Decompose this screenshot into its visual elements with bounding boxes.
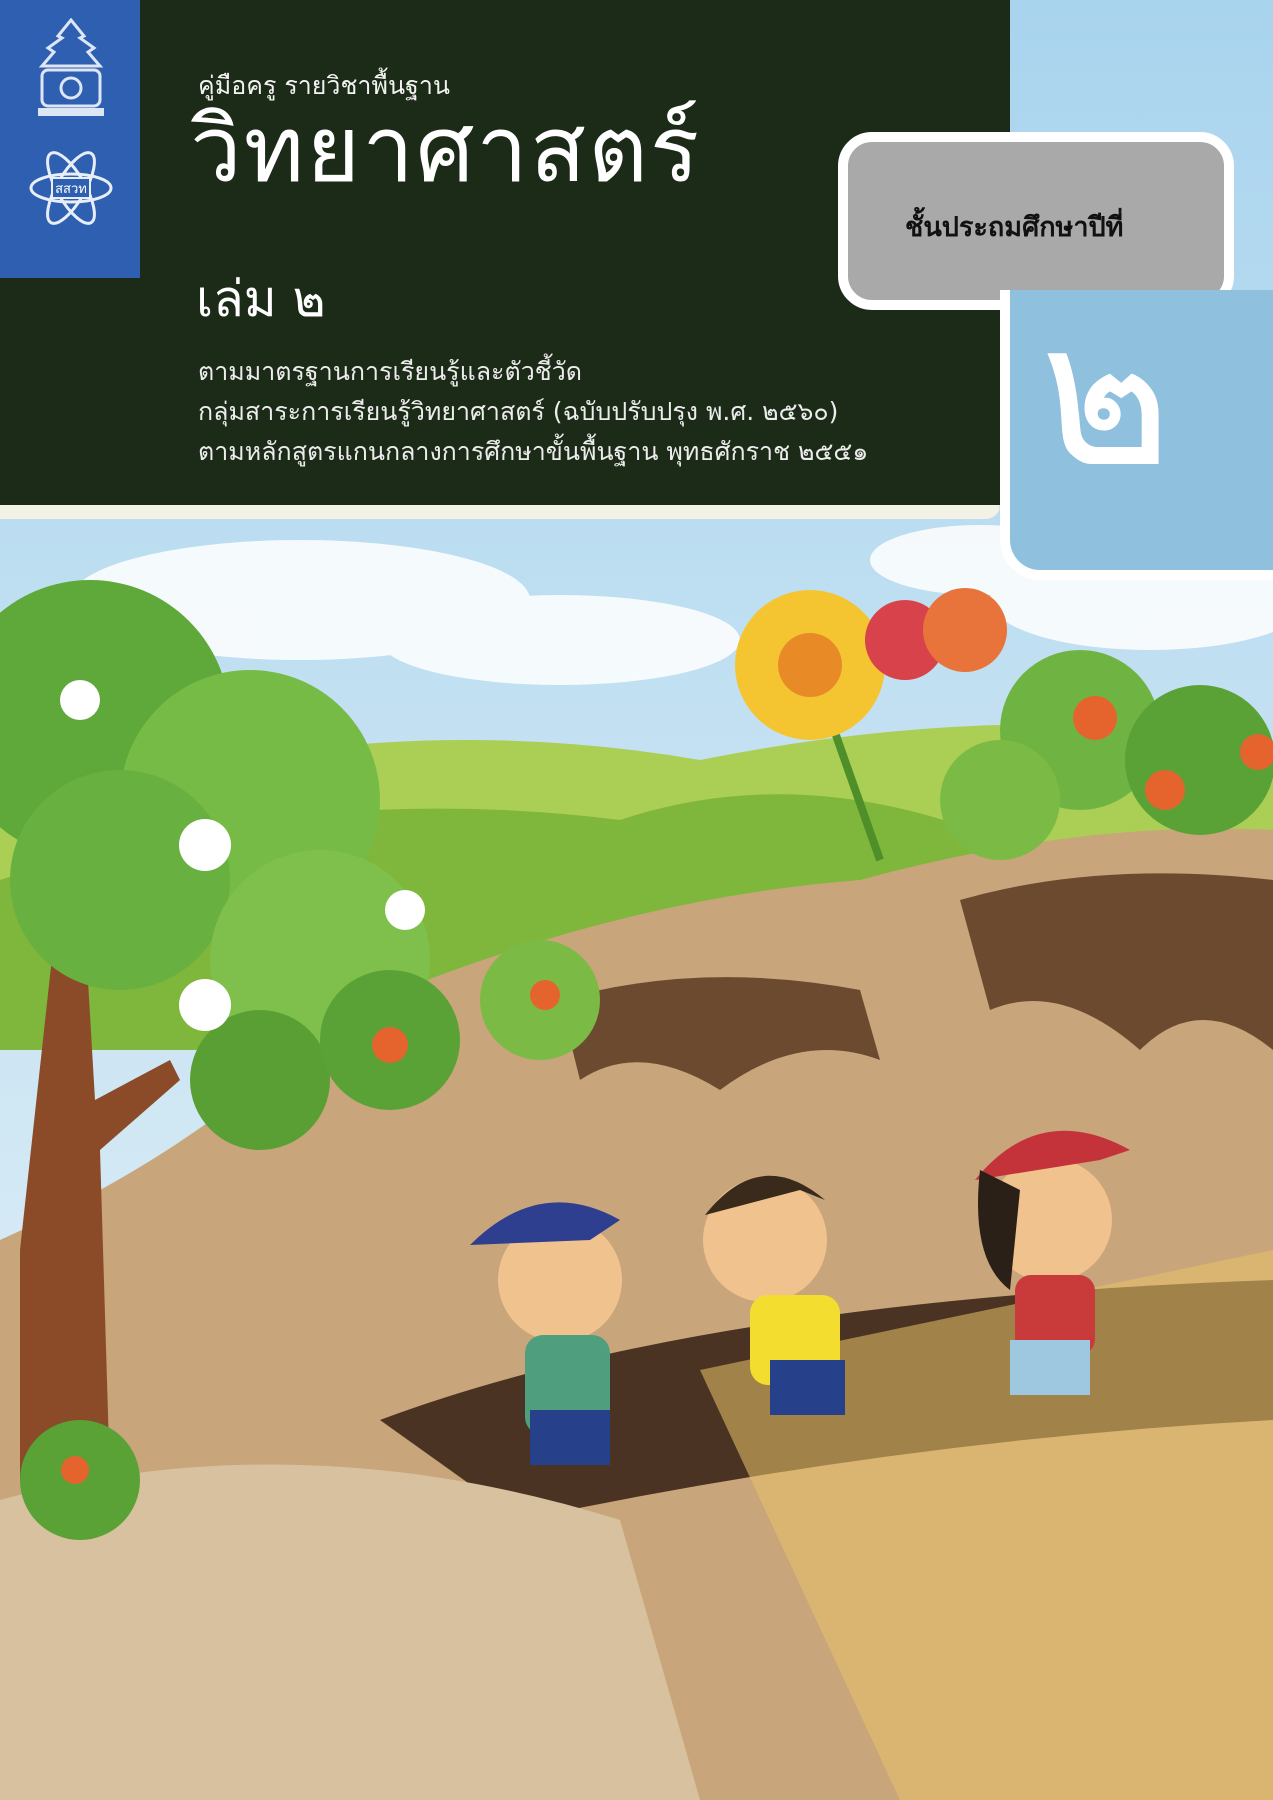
grade-number: ๒ xyxy=(1040,279,1172,512)
standards-line-3: ตามหลักสูตรแกนกลางการศึกษาขั้นพื้นฐาน พุ… xyxy=(198,437,869,466)
standards-text: ตามมาตรฐานการเรียนรู้และตัวชี้วัด กลุ่มส… xyxy=(198,352,868,472)
standards-line-1: ตามมาตรฐานการเรียนรู้และตัวชี้วัด xyxy=(198,357,582,386)
header-edge xyxy=(0,505,1000,519)
ipst-logo-text: สสวท xyxy=(55,182,87,197)
volume-label: เล่ม ๒ xyxy=(196,270,326,328)
ipst-logo-icon: สสวท xyxy=(29,151,113,225)
book-title: วิทยาศาสตร์ xyxy=(190,96,702,203)
standards-line-2: กลุ่มสาระการเรียนรู้วิทยาศาสตร์ (ฉบับปรั… xyxy=(198,397,839,426)
ministry-emblem-icon xyxy=(38,18,104,116)
grade-label: ชั้นประถมศึกษาปีที่ xyxy=(905,212,1124,243)
logo-strip: สสวท xyxy=(0,0,140,278)
